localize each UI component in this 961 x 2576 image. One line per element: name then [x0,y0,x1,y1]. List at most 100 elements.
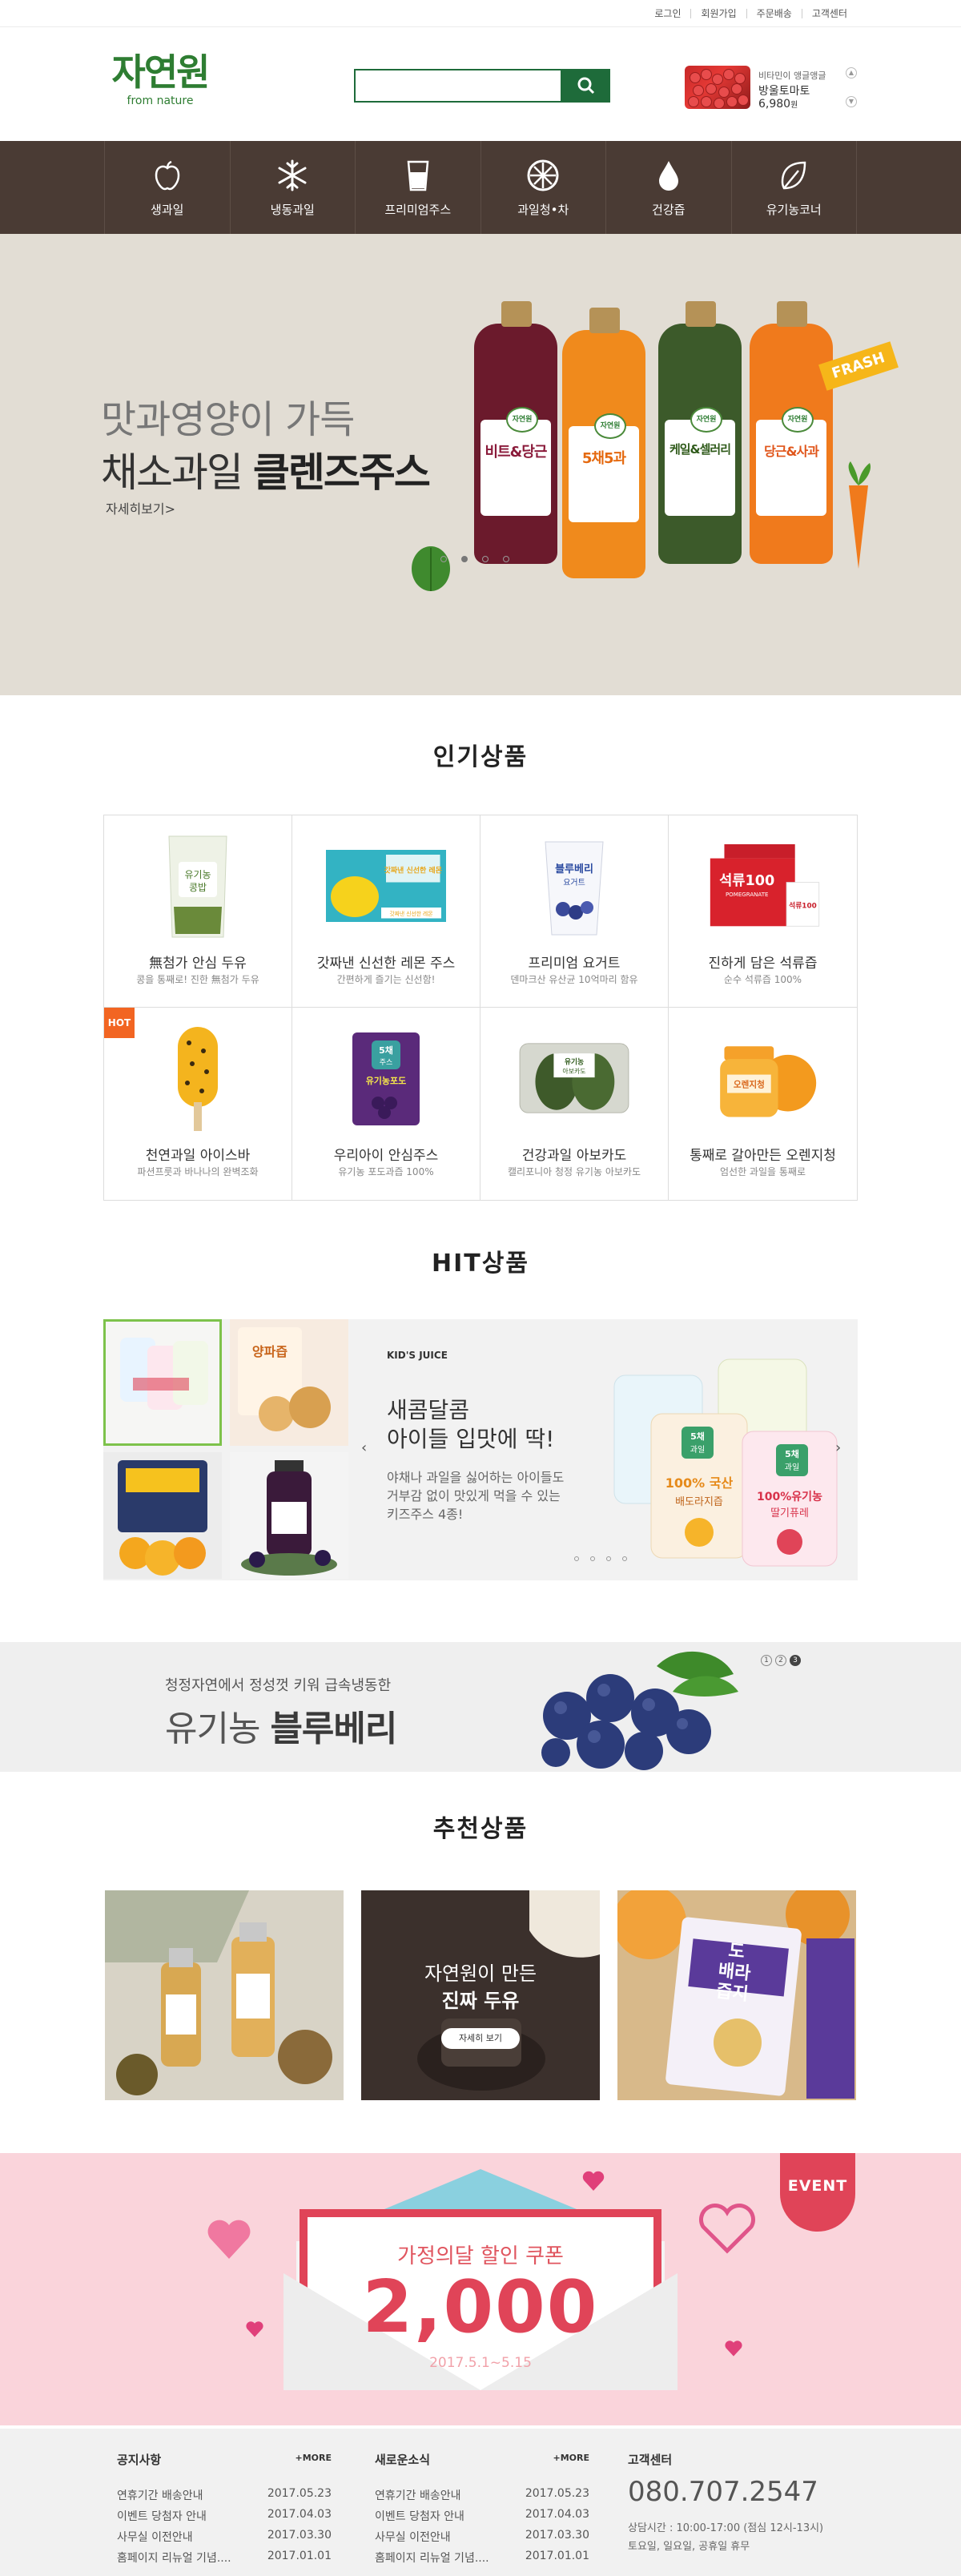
product-pack-text: 유기농포도 [366,1075,407,1086]
hero-dot[interactable] [482,556,489,562]
juice-bottle[interactable]: 자연원 5채5과 [562,308,645,578]
blueberry-banner[interactable]: 청정자연에서 정성껏 키워 급속냉동한 유기농 블루베리 1 2 3 [0,1642,961,1772]
news-item[interactable]: 이벤트 당첨자 안내 2017.04.03 [375,2508,589,2529]
pouch-text: 100% 국산 [665,1475,734,1491]
hit-dot[interactable] [574,1556,579,1561]
hit-dot[interactable] [622,1556,627,1561]
berry-page[interactable]: 1 [761,1655,772,1666]
search-input[interactable] [354,69,562,103]
logo[interactable]: 자연원 from nature [104,50,216,107]
product-card[interactable]: 5채 주스 유기농포도 우리아이 안심주스 유기농 포도과즙 100% [292,1008,480,1200]
hero-dot-active[interactable] [461,556,468,562]
signup-link[interactable]: 회원가입 [690,9,746,18]
bottle-cap [777,301,807,327]
news-item[interactable]: 사무실 이전안내 2017.03.30 [375,2529,589,2550]
juice-bottle[interactable]: 자연원 케일&셀러리 [658,301,742,564]
pouch-text: 딸기퓨레 [770,1507,809,1519]
hit-thumb-selected[interactable] [103,1319,222,1446]
pack-char: 라 [733,1962,752,1985]
product-card[interactable]: 갓짜낸 신선한 레몬 갓짜낸 신선한 레몬 갓짜낸 신선한 레몬 주스 간편하게 … [292,815,480,1008]
recommend-detail-button[interactable]: 자세히 보기 [441,2028,520,2049]
hero-dot[interactable] [440,556,447,562]
login-link[interactable]: 로그인 [645,9,690,18]
product-pack-text: 주스 [380,1058,393,1067]
product-card[interactable]: 오렌지청 통째로 갈아만든 오렌지청 엄선한 과일을 통째로 [669,1008,857,1200]
notice-item[interactable]: 이벤트 당첨자 안내 2017.04.03 [117,2508,332,2529]
product-name: 진하게 담은 석류즙 [708,956,818,972]
pouch-text: 과일 [785,1463,799,1472]
pouch-text: 5채 [785,1448,799,1459]
header-promo[interactable]: 비타민이 앵글앵글 방울토마토 6,980원 ▲ ▼ [685,66,857,114]
footer-news: 새로운소식 +MORE 연휴기간 배송안내 2017.05.23 이벤트 당첨자 … [375,2451,589,2570]
product-pack-text: 콩밥 [189,882,207,893]
berry-page-active[interactable]: 3 [790,1655,801,1666]
event-banner[interactable]: 가정의달 할인 쿠폰 2,000 2017.5.1~5.15 EVENT [0,2153,961,2425]
hit-dot[interactable] [606,1556,611,1561]
notice-more-link[interactable]: +MORE [296,2453,332,2463]
cs-phone[interactable]: 080.707.2547 [628,2476,868,2508]
hit-next-arrow-icon[interactable]: › [835,1439,841,1456]
nav-item-fruit-syrup-tea[interactable]: 과일청•차 [480,141,606,234]
recommend-card[interactable]: 도 배라 즙지 [617,1890,856,2100]
news-item[interactable]: 홈페이지 리뉴얼 기념.... 2017.01.01 [375,2550,589,2570]
product-name: 갓짜낸 신선한 레몬 주스 [316,956,456,972]
nav-item-frozen-fruit[interactable]: 냉동과일 [229,141,356,234]
recommend-card[interactable] [105,1890,344,2100]
nav-item-health-juice[interactable]: 건강즙 [605,141,731,234]
nav-item-organic-corner[interactable]: 유기농코너 [730,141,857,234]
promo-price-value: 6,980 [758,98,791,111]
product-desc: 간편하게 즐기는 신선함! [336,974,436,985]
hero-dot[interactable] [503,556,509,562]
hero-more-link[interactable]: 자세히보기> [106,498,175,517]
berry-page[interactable]: 2 [775,1655,786,1666]
notice-item[interactable]: 홈페이지 리뉴얼 기념.... 2017.01.01 [117,2550,332,2570]
bottle-label: 자연원 케일&셀러리 [665,407,735,516]
customer-center-link[interactable]: 고객센터 [801,9,857,18]
footer-notice: 공지사항 +MORE 연휴기간 배송안내 2017.05.23 이벤트 당첨자 안… [117,2451,332,2570]
hit-pagination [574,1556,627,1561]
berry-title-bold: 블루베리 [270,1709,397,1749]
news-item[interactable]: 연휴기간 배송안내 2017.05.23 [375,2487,589,2508]
news-item-date: 2017.01.01 [525,2550,589,2562]
product-pack-text: 5채 [379,1044,393,1056]
product-card[interactable]: 유기농 아보카도 건강과일 아보카도 캘리포니아 청정 유기농 아보카도 [480,1008,669,1200]
juice-bottle[interactable]: 자연원 비트&당근 [474,301,557,564]
product-card[interactable]: 블루베리 요거트 프리미엄 요거트 덴마크산 유산균 10억마리 함유 [480,815,669,1008]
hit-title: HIT상품 [432,1250,529,1278]
event-badge: EVENT [780,2153,855,2232]
notice-item-title: 사무실 이전안내 [117,2531,193,2544]
promo-up-arrow-icon[interactable]: ▲ [846,67,857,78]
notice-item[interactable]: 사무실 이전안내 2017.03.30 [117,2529,332,2550]
citrus-slice-icon [527,159,559,191]
bottle-label: 자연원 5채5과 [569,413,639,522]
nav-item-fresh-fruit[interactable]: 생과일 [104,141,230,234]
bottle-name: 당근&사과 [764,444,819,459]
hit-carousel: 양파즙 ‹ KID'S JUICE 새콤달콤 아이들 입맛에 딱! 야채나 과일… [103,1319,858,1580]
recommend-card-soymilk[interactable]: 자연원이 만든 진짜 두유 자세히 보기 [361,1890,600,2100]
product-card[interactable]: 석류100 POMEGRANATE 석류100 진하게 담은 석류즙 순수 석류즙 … [669,815,857,1008]
nav-label: 건강즙 [652,202,686,217]
hit-thumb[interactable]: 양파즙 [230,1319,348,1446]
hit-desc-line: 야채나 과일을 싫어하는 아이들도 [387,1470,565,1485]
product-card[interactable]: 유기농 콩밥 無첨가 안심 두유 콩을 통째로! 진한 無첨가 두유 [104,815,292,1008]
notice-item[interactable]: 연휴기간 배송안내 2017.05.23 [117,2487,332,2508]
news-more-link[interactable]: +MORE [553,2453,590,2463]
hit-prev-arrow-icon[interactable]: ‹ [361,1439,367,1456]
juice-bottle[interactable]: 자연원 당근&사과 [750,301,833,564]
news-item-title: 사무실 이전안내 [375,2531,451,2544]
notice-item-date: 2017.03.30 [267,2529,332,2542]
order-delivery-link[interactable]: 주문배송 [746,9,802,18]
promo-down-arrow-icon[interactable]: ▼ [846,96,857,107]
search-icon [577,77,595,95]
nav-item-premium-juice[interactable]: 프리미엄주스 [355,141,480,234]
product-name: 통째로 갈아만든 오렌지청 [690,1148,836,1164]
event-amount: 2,000 [362,2265,599,2349]
product-card[interactable]: HOT 천연과일 아이스바 파션프룻과 바나나의 완벽조화 [104,1008,292,1200]
hit-thumb[interactable] [230,1452,348,1579]
search-button[interactable] [562,69,610,103]
popular-grid: 유기농 콩밥 無첨가 안심 두유 콩을 통째로! 진한 無첨가 두유 갓짜낸 신선… [103,815,858,1201]
hit-thumb[interactable] [103,1452,222,1579]
product-desc: 파션프룻과 바나나의 완벽조화 [137,1166,259,1177]
hit-dot[interactable] [590,1556,595,1561]
product-name: 건강과일 아보카도 [521,1148,627,1164]
